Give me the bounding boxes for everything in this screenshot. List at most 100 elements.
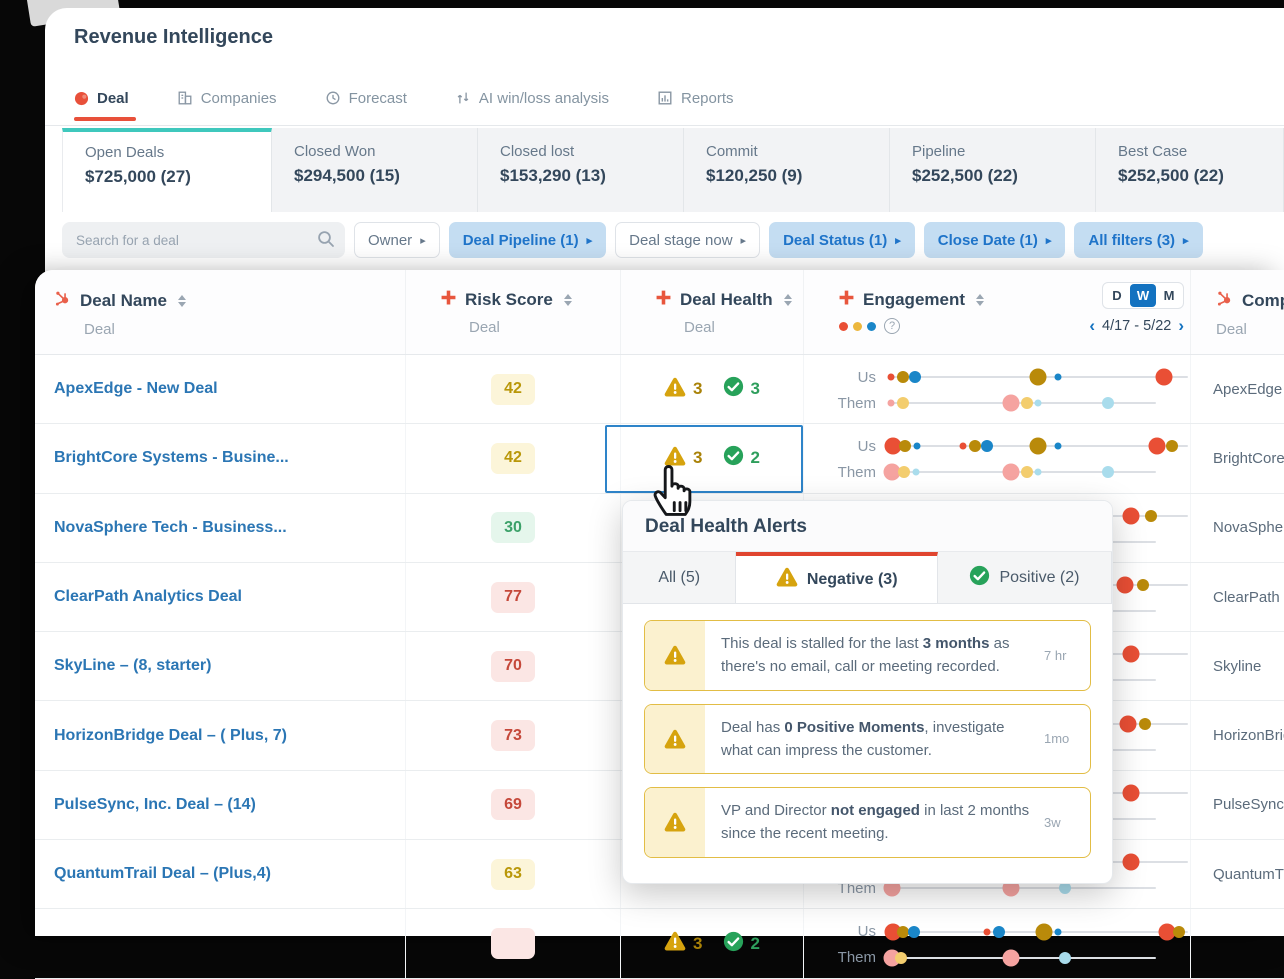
summary-card[interactable]: Closed Won $294,500 (15): [272, 128, 478, 212]
summary-card[interactable]: Open Deals $725,000 (27): [62, 128, 272, 212]
filter-chip-all-filters[interactable]: All filters (3) ▸: [1074, 222, 1203, 258]
risk-score-cell: 42: [405, 355, 620, 424]
deal-name-link[interactable]: QuantumTrail Deal – (Plus,4): [54, 865, 271, 883]
tab-companies[interactable]: Companies: [177, 90, 277, 107]
nav-tabs: Deal Companies Forecast AI win/loss analysi…: [74, 82, 734, 114]
engagement-dot: [912, 468, 920, 476]
table-row: 3 2 Us Them: [35, 909, 1284, 979]
chip-label: Owner: [368, 231, 413, 249]
search-box: [62, 222, 345, 258]
engagement-dot: [1122, 784, 1140, 802]
health-neg-count: 3: [664, 931, 703, 956]
engagement-dot: [895, 951, 908, 964]
sort-icon[interactable]: [976, 294, 985, 306]
chevron-right-icon[interactable]: ›: [1178, 317, 1184, 334]
tab-ai-winloss[interactable]: AI win/loss analysis: [455, 90, 609, 107]
period-option-D[interactable]: D: [1104, 284, 1130, 307]
search-input[interactable]: [62, 222, 345, 258]
column-header-deal-name: Deal Name Deal: [35, 270, 405, 354]
engagement-side-label: Them: [837, 463, 876, 481]
reports-icon: [657, 90, 673, 106]
popup-tab-negative[interactable]: Negative (3): [736, 552, 938, 603]
sort-icon[interactable]: [783, 294, 792, 306]
card-label: Commit: [706, 143, 758, 160]
engagement-dot: [896, 397, 909, 410]
table-row: BrightCore Systems - Busine... 42 3 2 Us Them…: [35, 424, 1284, 494]
chevron-left-icon[interactable]: ‹: [1089, 317, 1095, 334]
engagement-dot: [983, 928, 991, 936]
filter-chip-deal-pipeline[interactable]: Deal Pipeline (1) ▸: [448, 222, 607, 258]
risk-score-cell: 69: [405, 770, 620, 840]
popup-tab-positive[interactable]: Positive (2): [938, 552, 1112, 603]
card-value: $153,290 (13): [500, 166, 606, 185]
engagement-dot: [1155, 368, 1173, 386]
filter-chip-deal-status[interactable]: Deal Status (1) ▸: [769, 222, 915, 258]
engagement-timeline: [887, 368, 1188, 386]
deal-name-link[interactable]: SkyLine – (8, starter): [54, 657, 211, 675]
engagement-dot: [1034, 399, 1042, 407]
deal-health-cell[interactable]: 32: [620, 424, 803, 493]
filter-chip-owner[interactable]: Owner ▸: [354, 222, 440, 258]
caret-icon: ▸: [1045, 234, 1052, 247]
alert-text: VP and Director not engaged in last 2 mo…: [721, 802, 1030, 843]
deal-name-cell: ClearPath Analytics Deal: [35, 563, 405, 631]
popup-tab-label: All (5): [658, 568, 701, 586]
popup-alert-list: This deal is stalled for the last 3 mont…: [623, 604, 1112, 874]
deal-name-link[interactable]: NovaSphere Tech - Business...: [54, 519, 287, 537]
column-header-deal-health: Deal Health Deal: [620, 270, 803, 354]
help-icon[interactable]: ?: [884, 318, 900, 334]
engagement-dot: [1021, 397, 1034, 410]
engagement-dot: [1054, 442, 1061, 450]
summary-card[interactable]: Best Case $252,500 (22): [1096, 128, 1284, 212]
engagement-side-label: Them: [837, 949, 876, 967]
engagement-dot: [1002, 949, 1020, 967]
table-row: ApexEdge - New Deal 42 3 3 Us Them ApexEdge: [35, 355, 1284, 425]
period-option-M[interactable]: M: [1156, 284, 1182, 307]
deal-name-link[interactable]: ApexEdge - New Deal: [54, 380, 218, 398]
sort-icon[interactable]: [563, 294, 572, 306]
chip-label: All filters (3): [1088, 231, 1176, 249]
deal-name-link[interactable]: BrightCore Systems - Busine...: [54, 449, 289, 467]
deal-name-link[interactable]: ClearPath Analytics Deal: [54, 588, 242, 606]
engagement-side-label: Us: [857, 923, 876, 941]
engagement-dot: [1122, 507, 1140, 525]
risk-score-cell: 42: [405, 424, 620, 493]
deal-health-cell[interactable]: 32: [620, 909, 803, 978]
engagement-dot: [1058, 882, 1071, 895]
column-header-company: Comp Deal: [1190, 270, 1284, 354]
engagement-dot: [959, 442, 967, 450]
deal-health-cell[interactable]: 33: [620, 355, 803, 424]
engagement-dot: [1122, 645, 1140, 663]
health-neg-count: 3: [664, 446, 703, 471]
summary-card[interactable]: Closed lost $153,290 (13): [478, 128, 684, 212]
tab-forecast[interactable]: Forecast: [325, 90, 407, 107]
engagement-side-label: Us: [857, 437, 876, 455]
engagement-dot: [1058, 951, 1071, 964]
deal-name-cell: NovaSphere Tech - Business...: [35, 494, 405, 562]
filter-chip-deal-stage-now[interactable]: Deal stage now ▸: [615, 222, 761, 258]
risk-score-badge: 30: [491, 512, 535, 544]
card-value: $120,250 (9): [706, 166, 803, 185]
deal-name-link[interactable]: PulseSync, Inc. Deal – (14): [54, 796, 256, 814]
tab-deal[interactable]: Deal: [74, 90, 129, 107]
period-option-W[interactable]: W: [1130, 284, 1156, 307]
engagement-dot: [1035, 923, 1053, 941]
engagement-dot: [898, 440, 911, 453]
summary-card[interactable]: Commit $120,250 (9): [684, 128, 890, 212]
filter-chip-close-date[interactable]: Close Date (1) ▸: [923, 222, 1066, 258]
popup-tab-all[interactable]: All (5): [623, 552, 737, 603]
risk-score-badge: 63: [491, 858, 535, 890]
deal-name-link[interactable]: HorizonBridge Deal – ( Plus, 7): [54, 727, 287, 745]
risk-score-badge: 70: [491, 650, 535, 682]
chip-label: Deal stage now: [629, 231, 733, 249]
period-toggle: DWM: [1102, 282, 1184, 309]
sort-icon[interactable]: [177, 295, 186, 307]
card-label: Closed lost: [500, 143, 575, 160]
caret-icon: ▸: [740, 234, 747, 247]
summary-card[interactable]: Pipeline $252,500 (22): [890, 128, 1096, 212]
summary-cards: Open Deals $725,000 (27) Closed Won $294,50…: [62, 128, 1284, 212]
tab-reports[interactable]: Reports: [657, 90, 734, 107]
card-label: Pipeline: [912, 143, 966, 160]
engagement-cell: Us Them: [803, 909, 1190, 978]
legend-dot: [867, 321, 876, 331]
